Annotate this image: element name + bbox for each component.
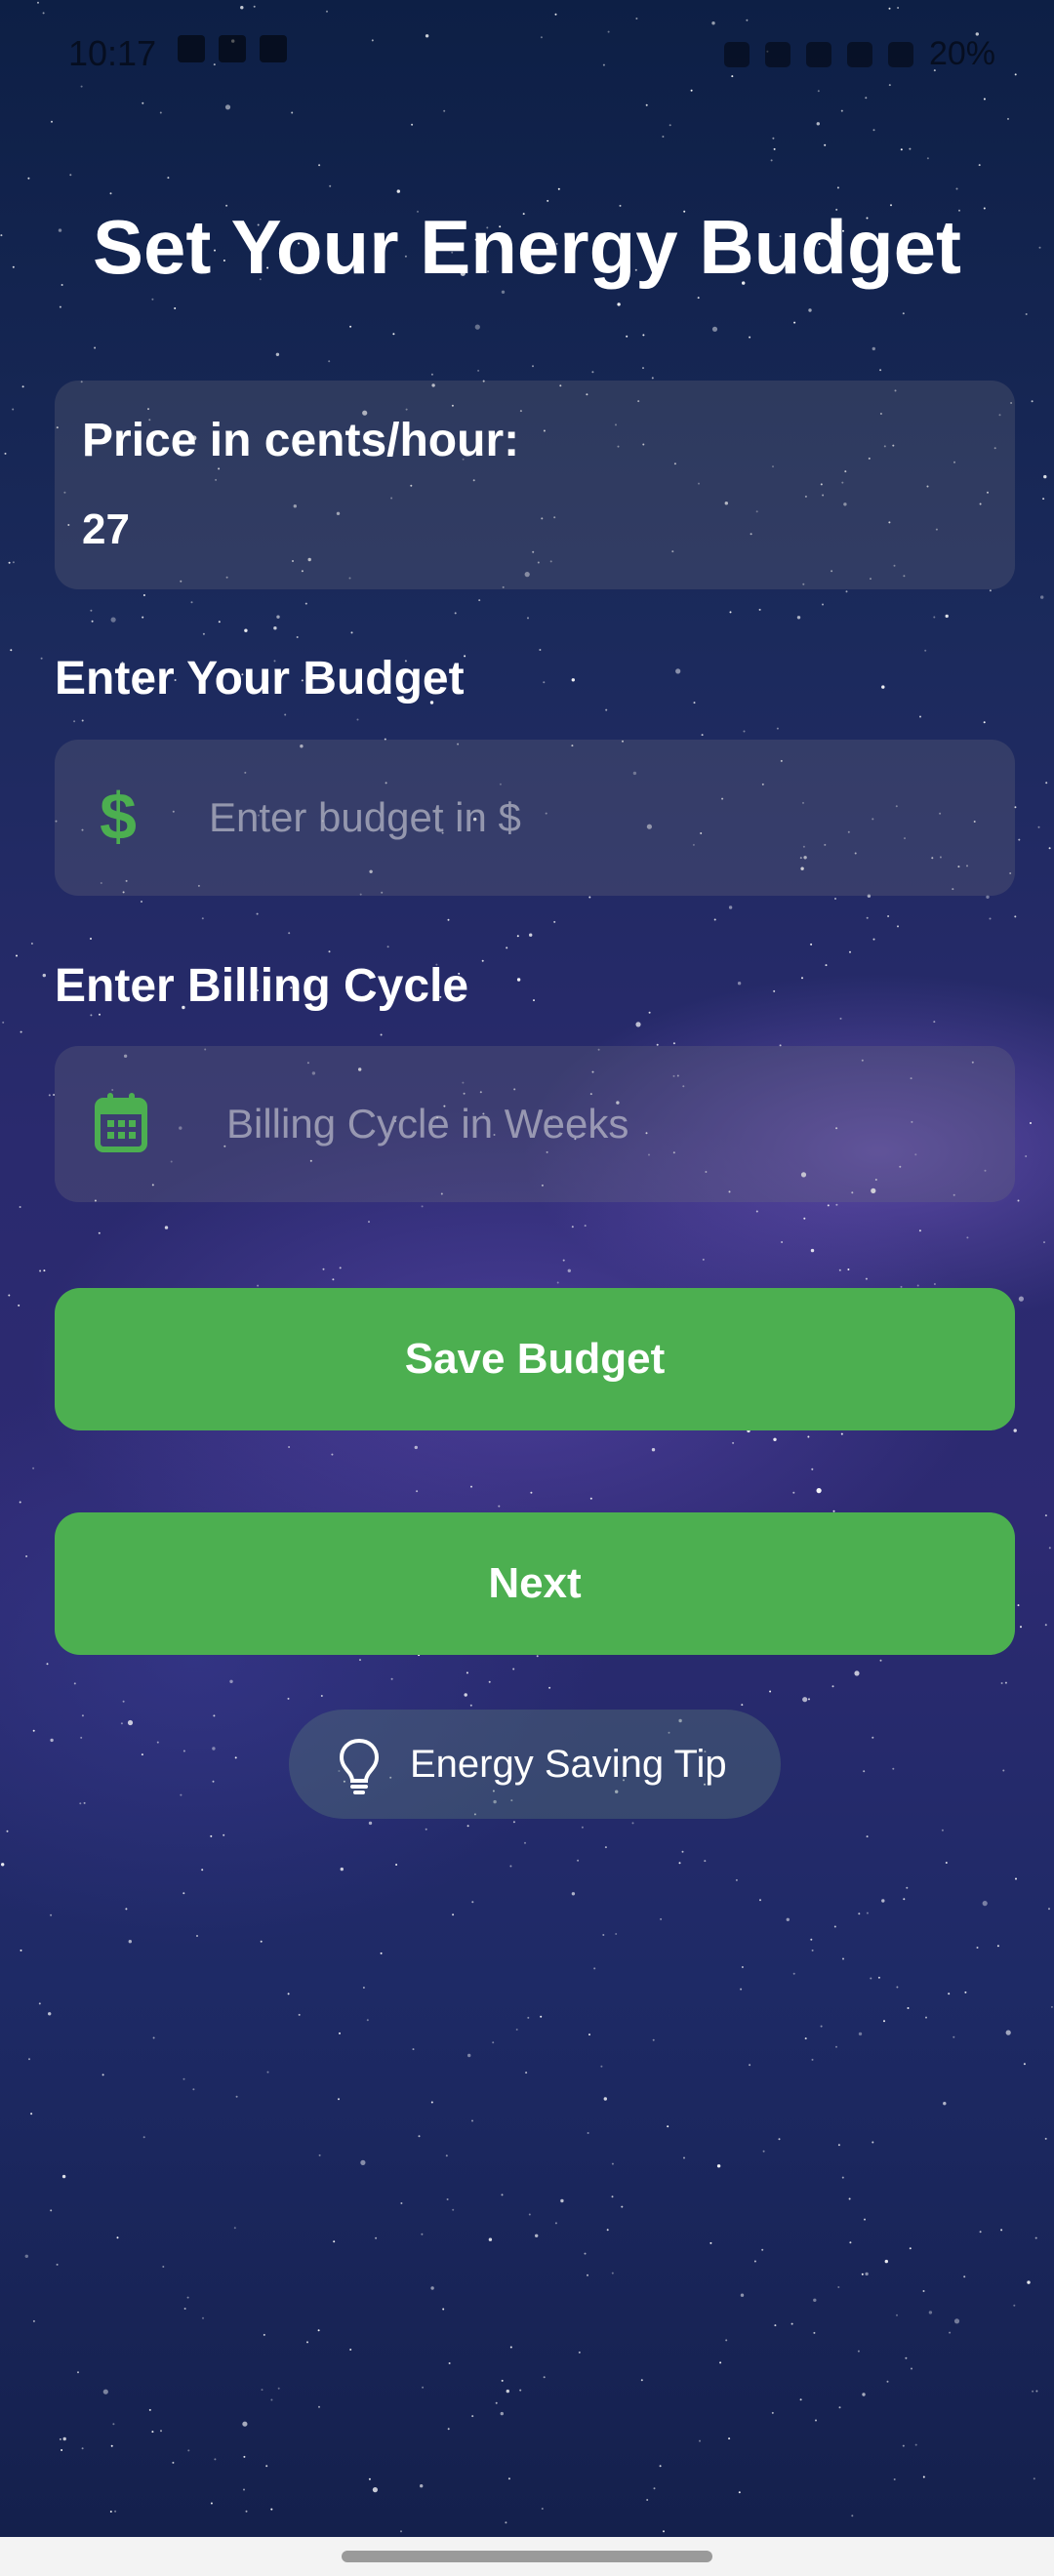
page-title: Set Your Energy Budget (93, 204, 961, 290)
battery-level: 20% (928, 35, 995, 72)
price-value: 27 (82, 505, 130, 553)
save-budget-button[interactable]: Save Budget (55, 1288, 1015, 1430)
notification-icon (178, 35, 205, 62)
budget-input-container[interactable]: $ (55, 740, 1015, 896)
billing-cycle-input[interactable] (226, 1046, 988, 1202)
nfc-icon (764, 41, 790, 67)
notification-icon (219, 35, 246, 62)
lightbulb-icon (339, 1738, 380, 1794)
home-gesture-handle[interactable] (342, 2551, 712, 2562)
system-icons: 20% (723, 35, 995, 73)
mute-icon (805, 41, 831, 67)
next-button[interactable]: Next (55, 1512, 1015, 1655)
price-card: Price in cents/hour: 27 (55, 381, 1015, 589)
billing-cycle-label: Enter Billing Cycle (55, 960, 469, 1012)
energy-saving-tip-label: Energy Saving Tip (410, 1743, 727, 1786)
budget-label: Enter Your Budget (55, 653, 465, 704)
dollar-icon: $ (100, 780, 137, 854)
status-time: 10:17 (68, 33, 157, 73)
status-bar: 10:17 20% (0, 0, 1054, 107)
billing-cycle-input-container[interactable] (55, 1046, 1015, 1202)
notification-icon (260, 35, 287, 62)
notification-icons (178, 35, 287, 62)
budget-input[interactable] (209, 740, 990, 896)
wifi-icon (846, 41, 872, 67)
price-label: Price in cents/hour: (82, 415, 520, 466)
energy-saving-tip-button[interactable]: Energy Saving Tip (289, 1710, 781, 1819)
signal-icon (887, 41, 913, 67)
alarm-icon (723, 41, 750, 67)
calendar-icon (95, 1093, 147, 1152)
